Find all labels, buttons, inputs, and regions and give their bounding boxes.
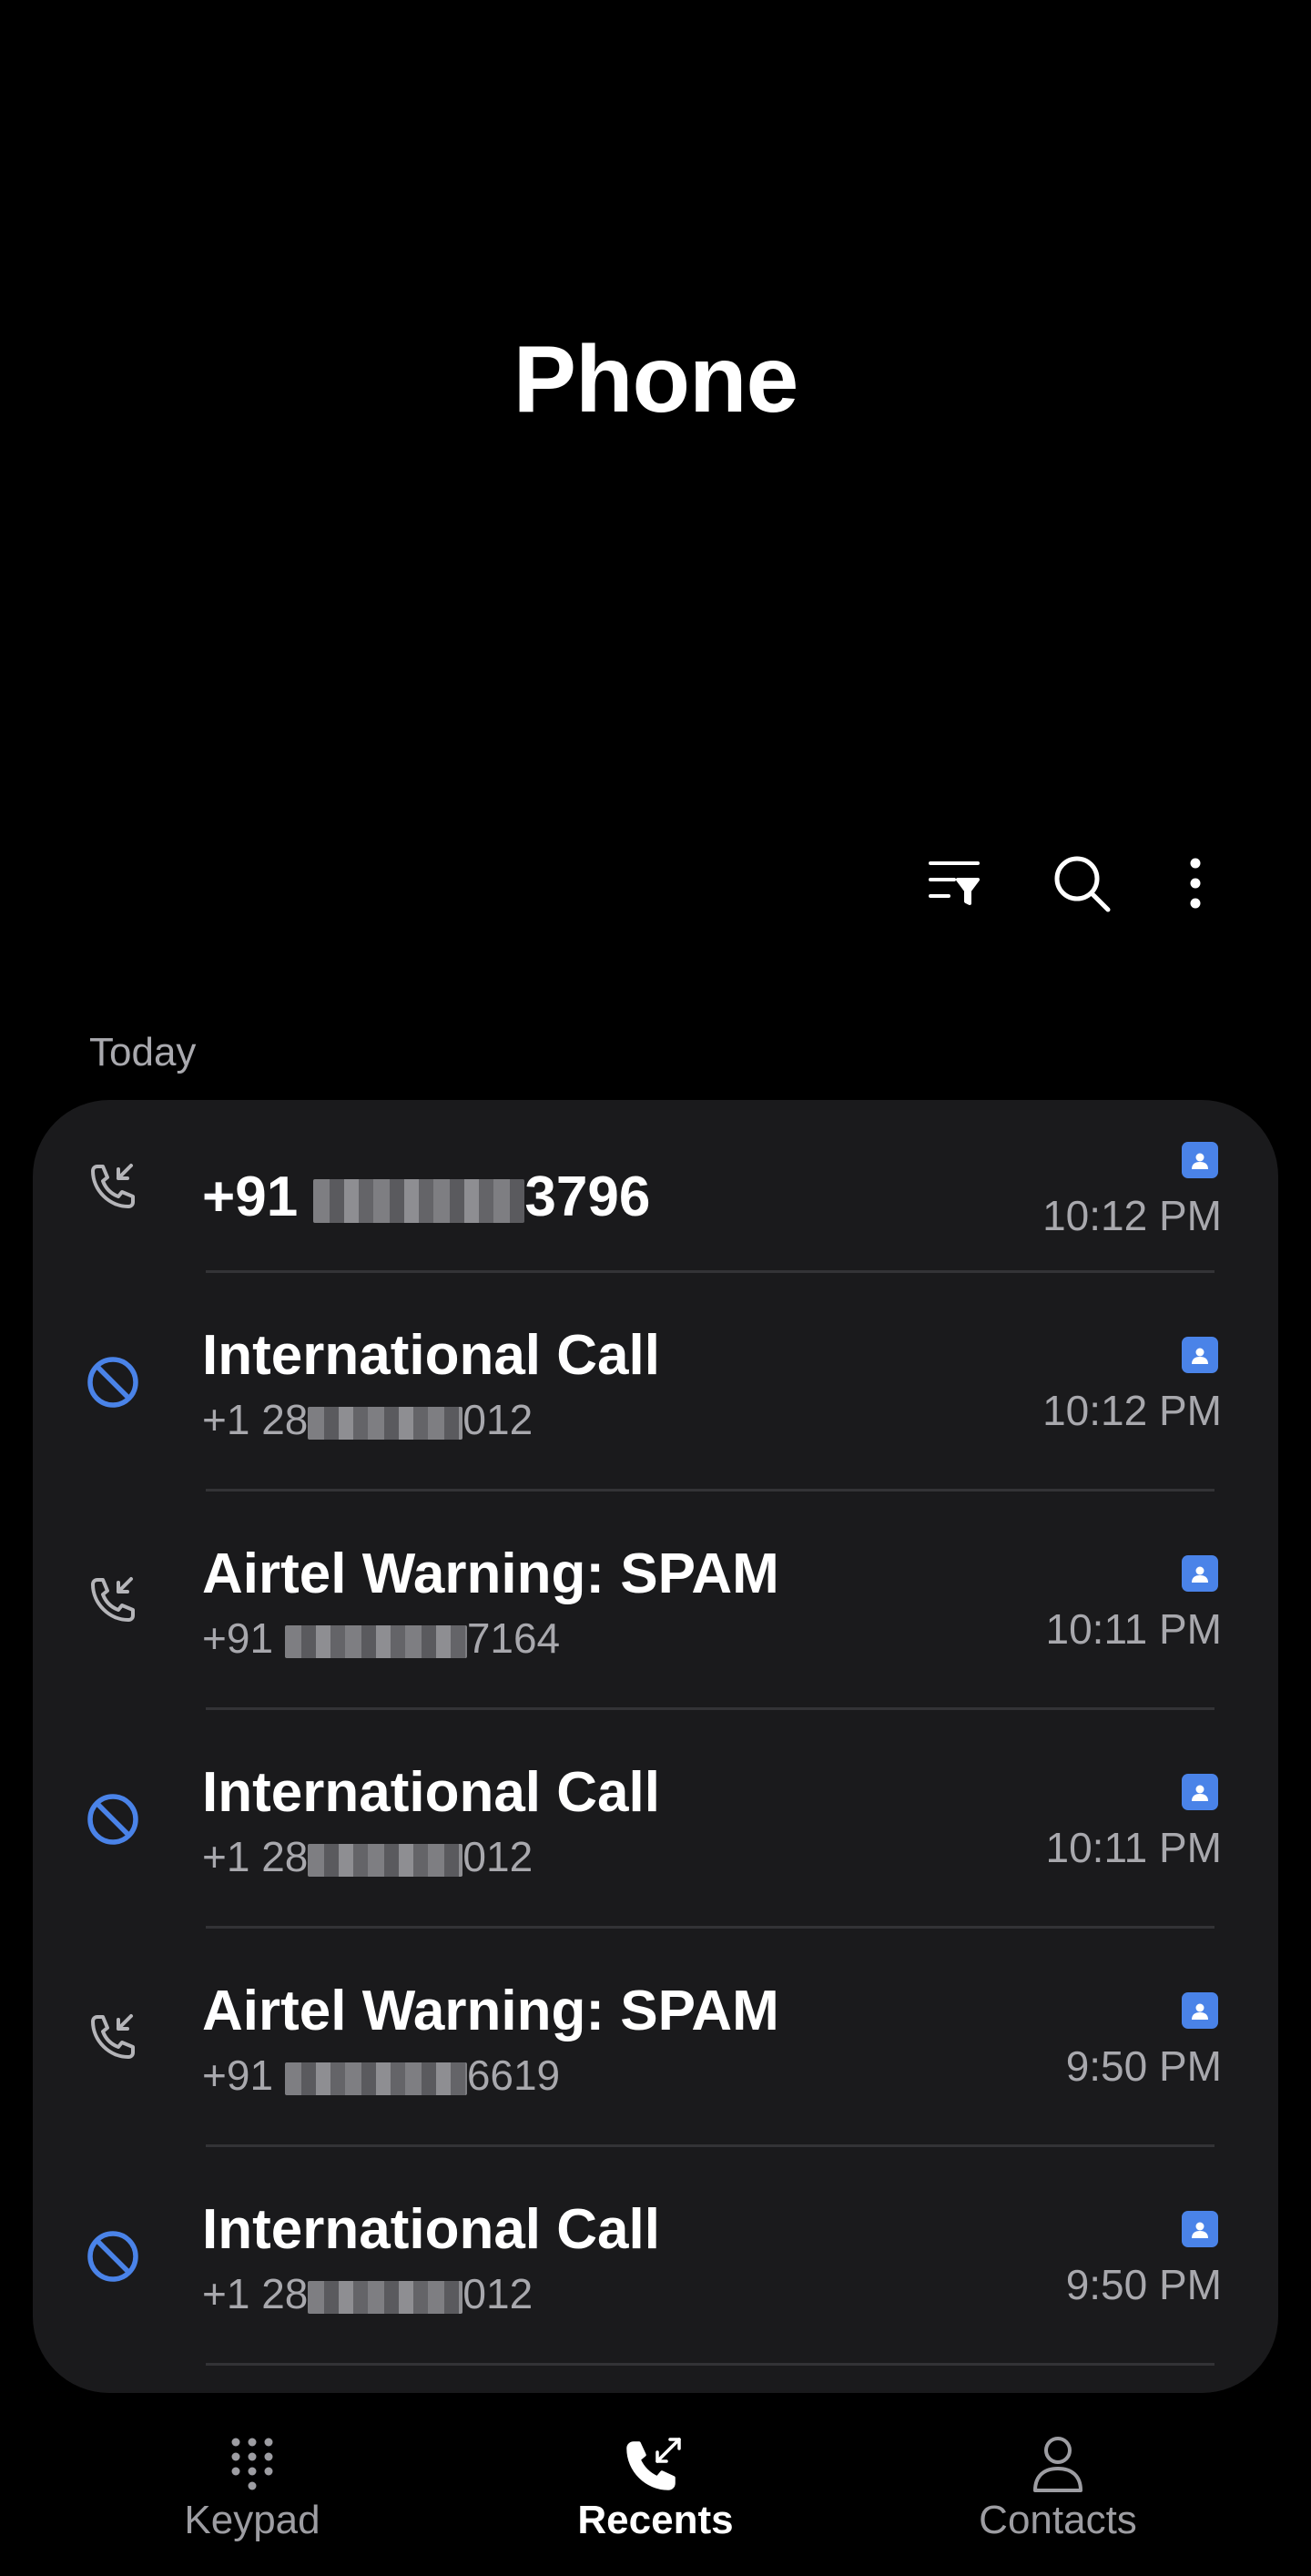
call-number: +91 6619 (202, 2052, 561, 2099)
call-time: 10:11 PM (1045, 1605, 1222, 1653)
redacted-number (284, 1624, 467, 1658)
nav-label-keypad: Keypad (184, 2498, 320, 2542)
contact-icon[interactable] (1182, 2211, 1218, 2247)
divider (206, 2363, 1214, 2366)
call-number: +1 28 012 (202, 1396, 534, 1443)
call-log-row[interactable]: International Call +1 28 012 10:12 PM (33, 1273, 1278, 1492)
call-time: 9:50 PM (1065, 2042, 1222, 2090)
more-vertical-icon (1190, 858, 1201, 909)
contact-icon[interactable] (1182, 1992, 1218, 2029)
filter-button[interactable] (913, 847, 995, 920)
call-title: Airtel Warning: SPAM (202, 1980, 779, 2042)
redacted-number (308, 2280, 463, 2314)
contacts-icon (1025, 2431, 1091, 2497)
call-time: 10:12 PM (1042, 1192, 1222, 1239)
nav-tab-contacts[interactable]: Contacts (921, 2413, 1194, 2576)
recents-icon (623, 2431, 688, 2497)
nav-tab-keypad[interactable]: Keypad (116, 2413, 389, 2576)
nav-label-recents: Recents (577, 2498, 734, 2542)
bottom-navigation: Keypad Recents Contacts (0, 2413, 1311, 2576)
blocked-icon (84, 1790, 142, 1848)
search-button[interactable] (1041, 847, 1123, 920)
redacted-number (308, 1843, 463, 1877)
call-time: 10:11 PM (1045, 1824, 1222, 1871)
nav-label-contacts: Contacts (979, 2498, 1137, 2542)
call-title: International Call (202, 1324, 660, 1387)
contact-icon[interactable] (1182, 1142, 1218, 1178)
redacted-number (284, 2062, 467, 2095)
nav-tab-recents[interactable]: Recents (519, 2413, 792, 2576)
call-title: International Call (202, 1761, 660, 1824)
call-number: +1 28 012 (202, 1833, 534, 1880)
redacted-number (308, 1406, 463, 1440)
redacted-number (313, 1178, 525, 1223)
call-time: 9:50 PM (1065, 2261, 1222, 2308)
keypad-icon (219, 2431, 285, 2497)
more-options-button[interactable] (1154, 847, 1236, 920)
call-log-row[interactable]: International Call +1 28 012 10:11 PM (33, 1710, 1278, 1929)
blocked-icon (84, 2227, 142, 2286)
call-log-row[interactable]: +91 3796 10:12 PM (33, 1100, 1278, 1273)
call-log-row[interactable]: International Call +1 28 012 9:50 PM (33, 2147, 1278, 2366)
section-header-today: Today (89, 1030, 197, 1074)
search-icon (1054, 856, 1111, 912)
call-title: Airtel Warning: SPAM (202, 1543, 779, 1605)
incoming-call-icon (84, 1572, 142, 1630)
incoming-call-icon (84, 1158, 142, 1217)
contact-icon[interactable] (1182, 1774, 1218, 1810)
call-title: +91 3796 (202, 1166, 651, 1228)
page-title: Phone (513, 327, 799, 433)
call-log-row[interactable]: Airtel Warning: SPAM +91 7164 10:11 PM (33, 1492, 1278, 1710)
call-title: International Call (202, 2198, 660, 2261)
contact-icon[interactable] (1182, 1337, 1218, 1373)
call-log-row[interactable]: Airtel Warning: SPAM +91 6619 9:50 PM (33, 1929, 1278, 2147)
call-time: 10:12 PM (1042, 1387, 1222, 1434)
filter-list-icon (929, 861, 980, 905)
recent-calls-list: +91 3796 10:12 PM International Call +1 … (33, 1100, 1278, 2393)
blocked-icon (84, 1353, 142, 1411)
call-number: +1 28 012 (202, 2270, 534, 2317)
contact-icon[interactable] (1182, 1555, 1218, 1592)
incoming-call-icon (84, 2009, 142, 2067)
call-number: +91 7164 (202, 1614, 561, 1662)
